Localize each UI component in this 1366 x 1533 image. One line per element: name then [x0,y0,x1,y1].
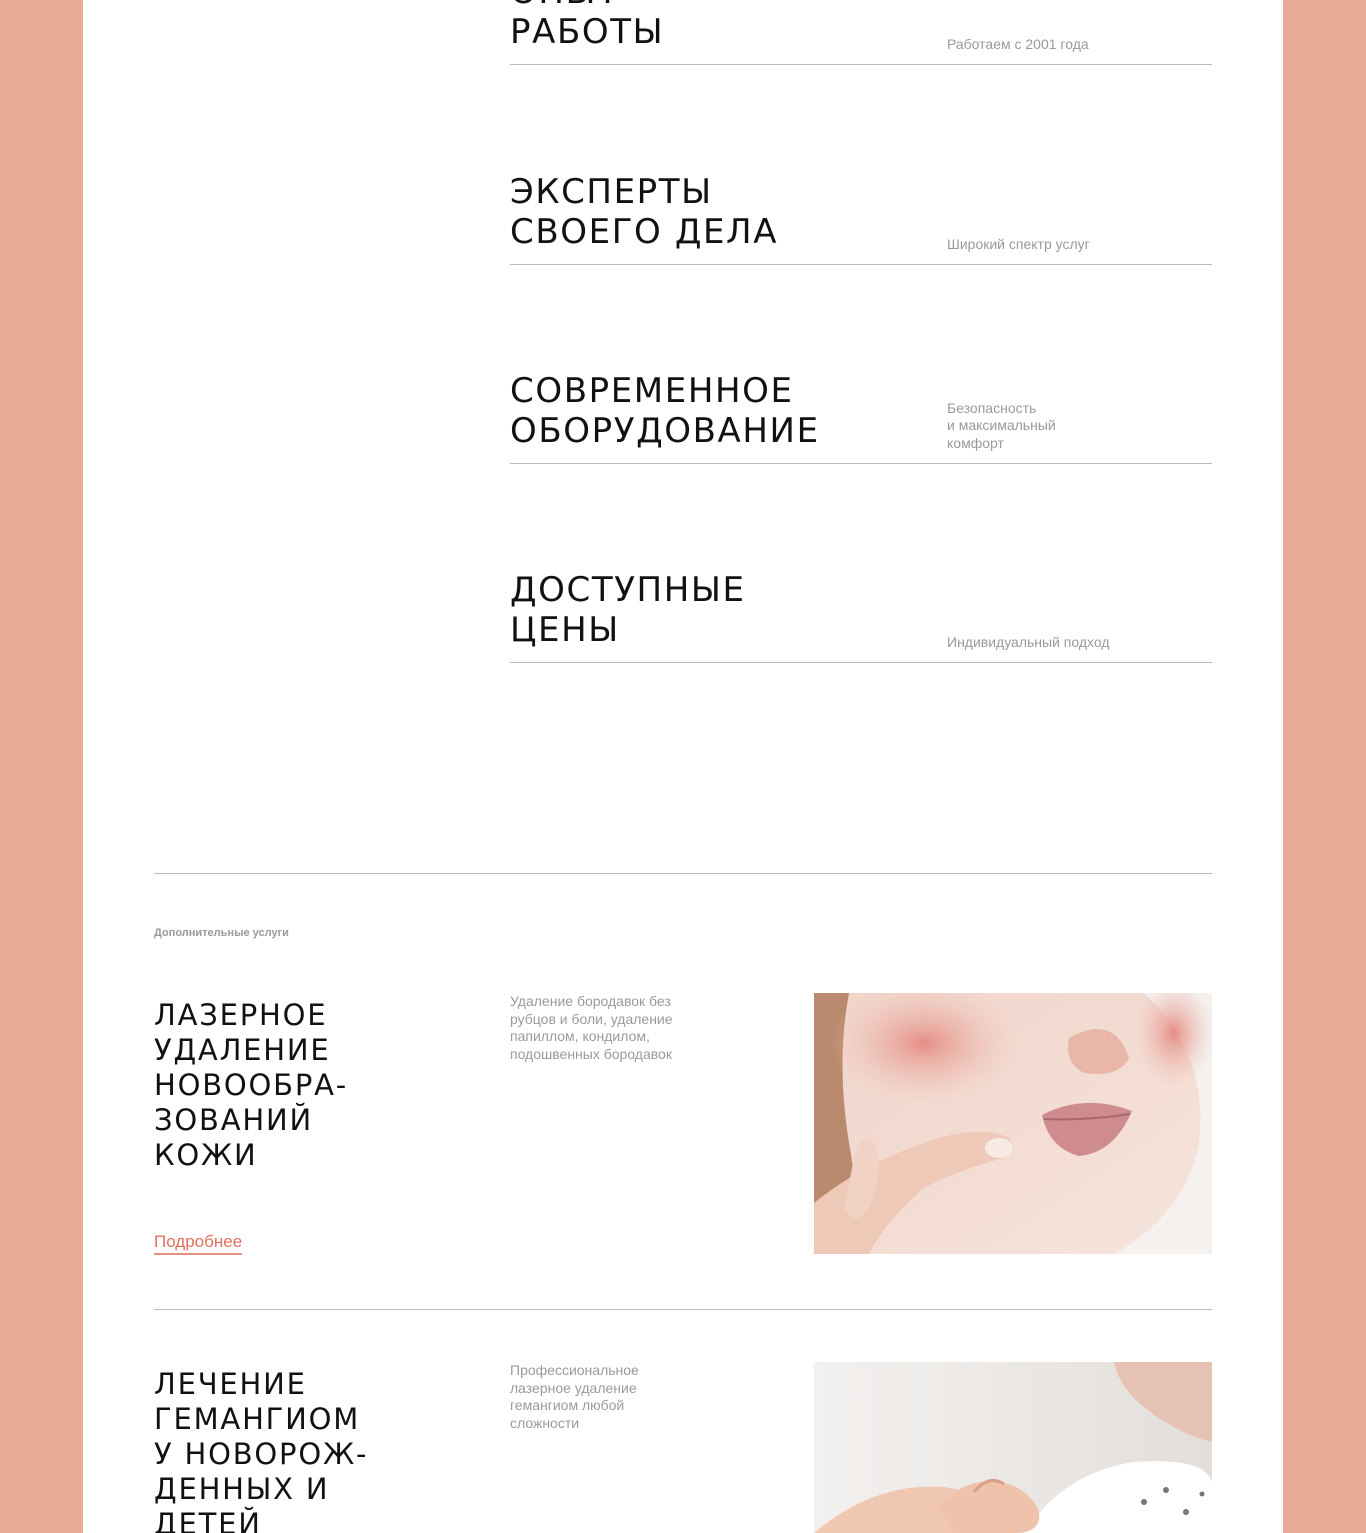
service-desc-laser-removal: Удаление бородавок без рубцов и боли, уд… [510,993,673,1063]
service-title-hemangioma: Лечение гемангиом у новорож- денных и де… [154,1367,369,1533]
advantage-desc: Работаем с 2001 года [947,35,1089,52]
advantage-desc: Безопасность и максимальный комфорт [947,399,1056,451]
advantage-title: Эксперты своего дела [510,172,779,252]
advantage-row-prices: Доступные цены Индивидуальный подход [510,570,1212,663]
advantage-row-experience: Опыт работы Работаем с 2001 года [510,0,1212,65]
page-content: Опыт работы Работаем с 2001 года Эксперт… [83,0,1283,1533]
service-desc-hemangioma: Профессиональное лазерное удаление геман… [510,1362,639,1432]
section-eyebrow: Дополнительные услуги [154,927,289,939]
baby-hand-photo [814,1362,1212,1533]
advantage-desc: Индивидуальный подход [947,633,1110,650]
section-divider [154,873,1212,874]
advantage-desc: Широкий спектр услуг [947,235,1090,252]
advantage-row-experts: Эксперты своего дела Широкий спектр услу… [510,172,1212,265]
section-divider [154,1309,1212,1310]
advantage-title: Современное оборудование [510,371,820,451]
advantage-title: Доступные цены [510,570,746,650]
woman-face-skin-photo [814,993,1212,1254]
service-title-laser-removal: Лазерное удаление новообра- зований кожи [154,998,349,1172]
advantage-row-equipment: Современное оборудование Безопасность и … [510,371,1212,464]
advantage-title: Опыт работы [510,0,665,52]
more-link-laser-removal[interactable]: Подробнее [154,1232,243,1255]
